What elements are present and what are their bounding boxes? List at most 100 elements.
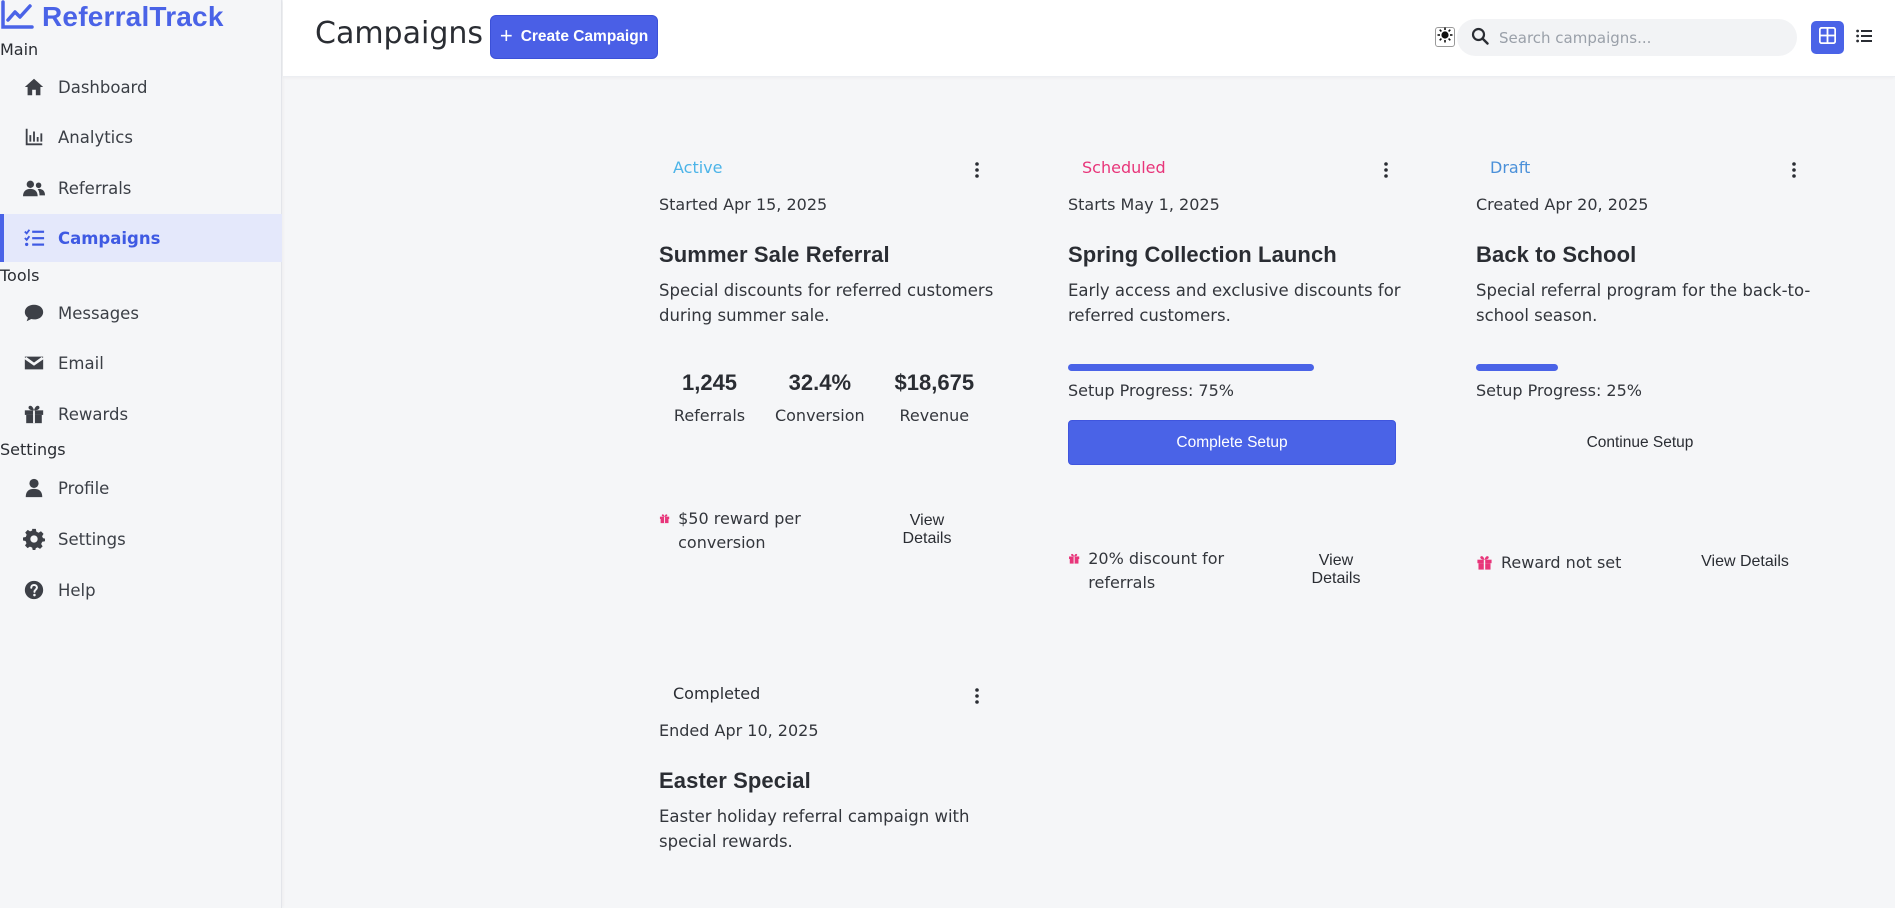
reward-info: 20% discount for referrals xyxy=(1068,547,1238,595)
list-check-icon xyxy=(22,226,46,250)
stat-value: 32.4% xyxy=(788,370,852,395)
status-badge: Scheduled xyxy=(1082,158,1166,177)
users-icon xyxy=(22,176,46,200)
sidebar-item-label: Analytics xyxy=(58,127,133,147)
create-campaign-button[interactable]: + Create Campaign xyxy=(490,15,658,59)
sidebar-item-messages[interactable]: Messages xyxy=(0,289,282,337)
sidebar-item-rewards[interactable]: Rewards xyxy=(0,390,282,438)
stat-label: Conversion xyxy=(774,406,865,425)
campaign-title: Summer Sale Referral xyxy=(659,242,890,267)
stat-label: Revenue xyxy=(899,406,970,425)
card-menu-button[interactable] xyxy=(1784,160,1804,180)
gear-icon xyxy=(22,527,46,551)
sidebar-item-profile[interactable]: Profile xyxy=(0,464,282,512)
grid-view-button[interactable] xyxy=(1811,21,1844,54)
sidebar-item-label: Campaigns xyxy=(58,228,161,248)
stat-label: Referrals xyxy=(673,406,746,425)
chat-icon xyxy=(22,301,46,325)
sidebar-item-settings[interactable]: Settings xyxy=(0,515,282,563)
envelope-icon xyxy=(22,351,46,375)
campaign-date: Ended Apr 10, 2025 xyxy=(659,721,819,740)
sidebar-item-label: Rewards xyxy=(58,404,129,424)
setup-progress-bar xyxy=(1476,364,1558,371)
campaign-description: Special discounts for referred customers… xyxy=(659,281,994,325)
reward-info: $50 reward per conversion xyxy=(659,507,819,555)
stat-value: $18,675 xyxy=(894,370,975,395)
gift-icon xyxy=(1477,556,1492,570)
section-label-settings: Settings xyxy=(0,440,66,459)
sidebar-item-label: Profile xyxy=(58,478,110,498)
search-input[interactable] xyxy=(1499,28,1779,47)
campaign-date: Starts May 1, 2025 xyxy=(1068,195,1220,214)
user-icon xyxy=(22,476,46,500)
list-view-button[interactable] xyxy=(1853,27,1875,49)
gift-icon xyxy=(659,514,670,524)
campaign-description: Early access and exclusive discounts for… xyxy=(1068,281,1401,325)
campaign-card-easter-special: Completed Ended Apr 10, 2025 Easter Spec… xyxy=(659,684,999,908)
sidebar-item-email[interactable]: Email xyxy=(0,339,282,387)
section-label-main: Main xyxy=(0,40,39,59)
kebab-icon xyxy=(975,688,979,704)
status-badge: Completed xyxy=(673,684,761,703)
campaign-description: Special referral program for the back-to… xyxy=(1476,281,1811,325)
sun-icon xyxy=(1437,27,1453,47)
reward-text: 20% discount for referrals xyxy=(1088,549,1225,592)
complete-setup-button[interactable]: Complete Setup xyxy=(1068,420,1396,465)
search-box xyxy=(1457,19,1797,56)
trend-line-icon xyxy=(0,0,34,34)
home-icon xyxy=(22,75,46,99)
brand[interactable]: ReferralTrack xyxy=(0,0,224,34)
list-icon xyxy=(1856,28,1872,48)
theme-toggle-button[interactable] xyxy=(1435,27,1455,47)
top-header: Campaigns + Create Campaign xyxy=(283,0,1895,77)
plus-icon: + xyxy=(499,23,513,48)
campaign-card-summer-sale: Active Started Apr 15, 2025 Summer Sale … xyxy=(659,158,999,558)
search-icon xyxy=(1471,27,1489,49)
kebab-icon xyxy=(1792,162,1796,178)
kebab-icon xyxy=(1384,162,1388,178)
brand-name: ReferralTrack xyxy=(42,1,224,32)
chart-icon xyxy=(22,125,46,149)
card-menu-button[interactable] xyxy=(967,160,987,180)
grid-icon xyxy=(1818,26,1837,48)
sidebar-item-campaigns[interactable]: Campaigns xyxy=(0,214,282,262)
sidebar-item-analytics[interactable]: Analytics xyxy=(0,113,282,161)
sidebar-item-label: Dashboard xyxy=(58,77,148,97)
sidebar-item-dashboard[interactable]: Dashboard xyxy=(0,63,282,111)
gift-icon xyxy=(22,402,46,426)
campaign-date: Created Apr 20, 2025 xyxy=(1476,195,1649,214)
sidebar-item-label: Help xyxy=(58,580,96,600)
view-details-button[interactable]: View Details xyxy=(1690,553,1800,571)
campaign-title: Back to School xyxy=(1476,242,1637,267)
continue-setup-button[interactable]: Continue Setup xyxy=(1476,420,1804,465)
card-menu-button[interactable] xyxy=(967,686,987,706)
sidebar-item-label: Messages xyxy=(58,303,139,323)
sidebar-item-help[interactable]: Help xyxy=(0,566,282,614)
stat-value: 1,245 xyxy=(681,370,738,395)
campaign-card-spring-collection: Scheduled Starts May 1, 2025 Spring Coll… xyxy=(1068,158,1408,598)
stat-referrals: 1,245 Referrals xyxy=(674,370,745,425)
campaign-title: Spring Collection Launch xyxy=(1068,242,1337,267)
kebab-icon xyxy=(975,162,979,178)
view-details-button[interactable]: View Details xyxy=(887,512,967,548)
sidebar-item-referrals[interactable]: Referrals xyxy=(0,164,282,212)
page-title: Campaigns xyxy=(315,16,484,51)
status-badge: Active xyxy=(673,158,723,177)
campaign-description: Easter holiday referral campaign with sp… xyxy=(659,807,970,851)
campaign-stats: 1,245 Referrals 32.4% Conversion $18,675… xyxy=(659,370,989,425)
sidebar-item-label: Referrals xyxy=(58,178,132,198)
sidebar-item-label: Settings xyxy=(58,529,126,549)
campaign-card-back-to-school: Draft Created Apr 20, 2025 Back to Schoo… xyxy=(1476,158,1816,598)
card-menu-button[interactable] xyxy=(1376,160,1396,180)
sidebar: ReferralTrack Main Dashboard Analytics R… xyxy=(0,0,282,908)
gift-icon xyxy=(1069,553,1080,564)
reward-text: $50 reward per conversion xyxy=(678,509,801,552)
campaign-title: Easter Special xyxy=(659,768,811,793)
sidebar-item-label: Email xyxy=(58,353,104,373)
stat-conversion: 32.4% Conversion xyxy=(775,370,865,425)
view-details-button[interactable]: View Details xyxy=(1296,552,1376,588)
stat-revenue: $18,675 Revenue xyxy=(895,370,975,425)
question-circle-icon xyxy=(22,578,46,602)
status-badge: Draft xyxy=(1490,158,1531,177)
campaign-date: Started Apr 15, 2025 xyxy=(659,195,828,214)
